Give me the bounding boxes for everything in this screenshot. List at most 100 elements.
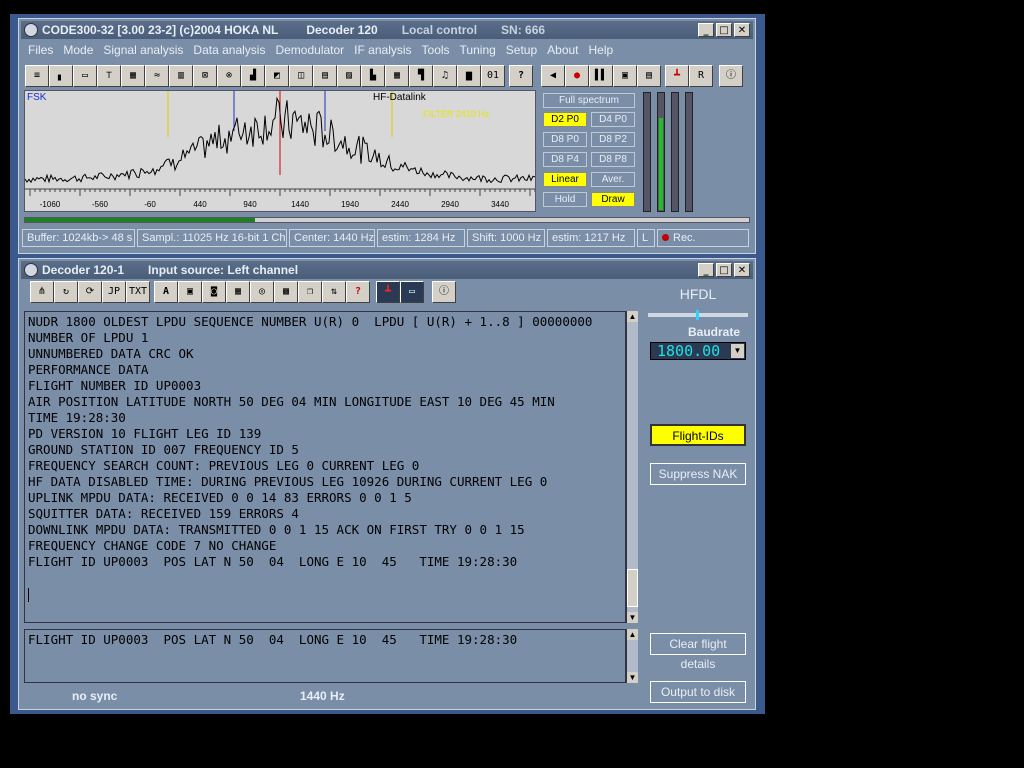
close-button[interactable]: ✕ xyxy=(734,23,750,37)
d8p2-button[interactable]: D8 P2 xyxy=(591,132,635,147)
copy-icon[interactable]: ❐ xyxy=(298,281,322,303)
mode-slider[interactable] xyxy=(648,310,748,320)
spectrum-scrollbar[interactable] xyxy=(24,217,750,223)
analysis-icon[interactable]: ◩ xyxy=(265,65,289,87)
sort-icon[interactable]: ⇅ xyxy=(322,281,346,303)
spectrum-display[interactable]: -1060-560-604409401440194024402940344039… xyxy=(24,90,536,212)
menu-files[interactable]: Files xyxy=(23,41,58,59)
summary-scroll-up-icon[interactable]: ▲ xyxy=(627,629,638,640)
scroll-up-arrow-icon[interactable]: ▲ xyxy=(627,311,638,322)
histogram-icon[interactable]: ▥ xyxy=(169,65,193,87)
decoder-info-icon[interactable]: ⓘ xyxy=(432,281,456,303)
constellation-icon[interactable]: ⊗ xyxy=(217,65,241,87)
decoder-minimize-button[interactable]: _ xyxy=(698,263,714,277)
speaker-icon[interactable]: ◀ xyxy=(541,65,565,87)
txt-icon[interactable]: TXT xyxy=(126,281,150,303)
decoder-help-icon[interactable]: ? xyxy=(346,281,370,303)
jp-icon[interactable]: JP xyxy=(102,281,126,303)
info-icon[interactable]: ⓘ xyxy=(719,65,743,87)
summary-scroll-down-icon[interactable]: ▼ xyxy=(627,672,638,683)
bars-icon[interactable]: ▙ xyxy=(361,65,385,87)
mode-slider-thumb[interactable] xyxy=(696,310,699,320)
menu-demodulator[interactable]: Demodulator xyxy=(270,41,349,59)
marker-icon[interactable]: ┻ xyxy=(665,65,689,87)
windows-icon[interactable]: ▣ xyxy=(178,281,202,303)
menu-mode[interactable]: Mode xyxy=(58,41,98,59)
summary-output[interactable]: FLIGHT ID UP0003 POS LAT N 50 04 LONG E … xyxy=(24,629,626,683)
baudrate-select[interactable]: 1800.00 ▼ xyxy=(650,342,746,360)
level-icon[interactable]: ▟ xyxy=(241,65,265,87)
hold-button[interactable]: Hold xyxy=(543,192,587,207)
grid-icon[interactable]: ▦ xyxy=(121,65,145,87)
menu-setup[interactable]: Setup xyxy=(501,41,542,59)
main-titlebar[interactable]: CODE300-32 [3.00 23-2] (c)2004 HOKA NL D… xyxy=(21,21,753,39)
level-marker-icon[interactable]: ┻ xyxy=(376,281,400,303)
color-bars-icon[interactable]: ▆ xyxy=(457,65,481,87)
menu-about[interactable]: About xyxy=(542,41,583,59)
maximize-button[interactable]: □ xyxy=(716,23,732,37)
waterfall-icon[interactable]: ≈ xyxy=(145,65,169,87)
decoded-output[interactable]: NUDR 1800 OLDEST LPDU SEQUENCE NUMBER U(… xyxy=(24,311,626,623)
xy-icon[interactable]: ⊠ xyxy=(193,65,217,87)
menu-if-analysis[interactable]: IF analysis xyxy=(349,41,416,59)
binary-icon[interactable]: 01 xyxy=(481,65,505,87)
linear-button[interactable]: Linear xyxy=(543,172,587,187)
datalink-label: HF-Datalink xyxy=(373,92,426,103)
waveform-icon[interactable]: ◎ xyxy=(250,281,274,303)
bar-chart-icon[interactable]: ▖ xyxy=(49,65,73,87)
suppress-nak-button[interactable]: Suppress NAK xyxy=(650,463,746,485)
graph-icon[interactable]: ▜ xyxy=(409,65,433,87)
scope-icon[interactable]: ▭ xyxy=(73,65,97,87)
font-icon[interactable]: A xyxy=(154,281,178,303)
binoculars-icon[interactable]: ◙ xyxy=(202,281,226,303)
d8p0-button[interactable]: D8 P0 xyxy=(543,132,587,147)
spectrum-scroll-thumb[interactable] xyxy=(25,218,255,222)
draw-button[interactable]: Draw xyxy=(591,192,635,207)
minimize-button[interactable]: _ xyxy=(698,23,714,37)
menu-signal-analysis[interactable]: Signal analysis xyxy=(98,41,188,59)
menu-help[interactable]: Help xyxy=(584,41,619,59)
decoder-maximize-button[interactable]: □ xyxy=(716,263,732,277)
settings-icon[interactable]: ▣ xyxy=(613,65,637,87)
music-icon[interactable]: ♫ xyxy=(433,65,457,87)
calculator-icon[interactable]: ▦ xyxy=(226,281,250,303)
baudrate-dropdown-icon[interactable]: ▼ xyxy=(731,344,744,358)
list-icon[interactable]: ≡ xyxy=(25,65,49,87)
output-disk-button[interactable]: Output to disk xyxy=(650,681,746,703)
output-scrollbar[interactable]: ▲ ▼ xyxy=(626,311,638,623)
menu-data-analysis[interactable]: Data analysis xyxy=(188,41,270,59)
help-icon[interactable]: ? xyxy=(509,65,533,87)
sync-icon[interactable]: ⟳ xyxy=(78,281,102,303)
mode-label: FSK xyxy=(27,92,47,103)
refresh-icon[interactable]: ↻ xyxy=(54,281,78,303)
record-icon[interactable]: ● xyxy=(565,65,589,87)
decoder-titlebar[interactable]: Decoder 120-1 Input source: Left channel… xyxy=(21,261,753,279)
d8p8-button[interactable]: D8 P8 xyxy=(591,152,635,167)
pause-icon[interactable]: ▌▌ xyxy=(589,65,613,87)
table-icon[interactable]: ▦ xyxy=(385,65,409,87)
baudrate-label: Baudrate xyxy=(687,325,740,339)
flight-ids-button[interactable]: Flight-IDs xyxy=(650,424,746,446)
scroll-down-arrow-icon[interactable]: ▼ xyxy=(627,612,638,623)
antenna-icon[interactable]: ⋔ xyxy=(30,281,54,303)
d2p0-button[interactable]: D2 P0 xyxy=(543,112,587,127)
filter-icon[interactable]: ◫ xyxy=(289,65,313,87)
text-cursor xyxy=(28,588,29,602)
r-icon[interactable]: R xyxy=(689,65,713,87)
code-icon[interactable]: ▤ xyxy=(313,65,337,87)
scroll-thumb[interactable] xyxy=(627,569,638,607)
d8p4-button[interactable]: D8 P4 xyxy=(543,152,587,167)
summary-scrollbar[interactable]: ▲ ▼ xyxy=(626,629,638,683)
save-icon[interactable]: ▤ xyxy=(637,65,661,87)
matrix-icon[interactable]: ▩ xyxy=(274,281,298,303)
tuning-icon[interactable]: ⊤ xyxy=(97,65,121,87)
average-button[interactable]: Aver. xyxy=(591,172,635,187)
d4p0-button[interactable]: D4 P0 xyxy=(591,112,635,127)
clear-flight-button[interactable]: Clear flight details xyxy=(650,633,746,671)
menu-tools[interactable]: Tools xyxy=(417,41,455,59)
decoder-close-button[interactable]: ✕ xyxy=(734,263,750,277)
menu-tuning[interactable]: Tuning xyxy=(455,41,501,59)
bit-icon[interactable]: ▨ xyxy=(337,65,361,87)
full-spectrum-button[interactable]: Full spectrum xyxy=(543,93,635,108)
bit-pattern-icon[interactable]: ▭ xyxy=(400,281,424,303)
